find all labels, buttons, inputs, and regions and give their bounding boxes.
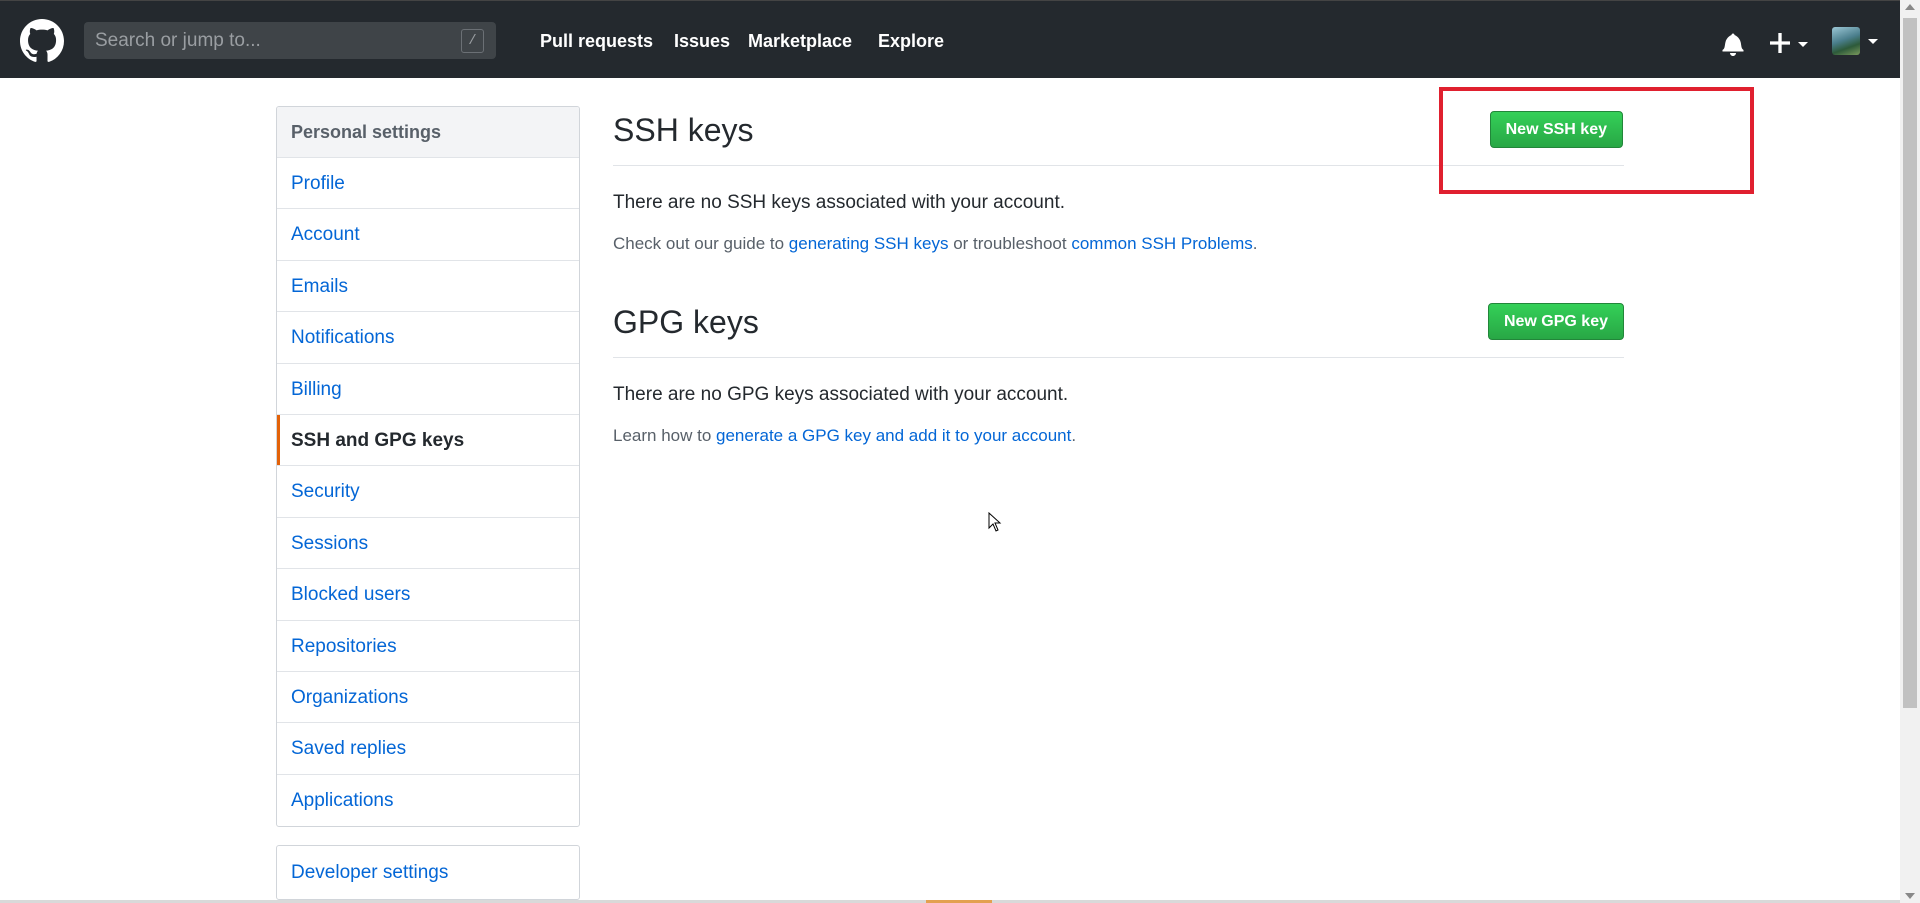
sidebar-item-security[interactable]: Security: [277, 466, 579, 518]
sidebar-item-sessions[interactable]: Sessions: [277, 518, 579, 570]
gpg-blank-message: There are no GPG keys associated with yo…: [613, 384, 1069, 405]
gpg-note-prefix: Learn how to: [613, 426, 717, 445]
gpg-keys-header: GPG keys New GPG key: [613, 298, 1624, 358]
sidebar-item-blocked-users[interactable]: Blocked users: [277, 569, 579, 621]
ssh-help-note: Check out our guide to generating SSH ke…: [613, 234, 1624, 254]
sidebar-item-account[interactable]: Account: [277, 209, 579, 261]
ssh-note-suffix: .: [1252, 234, 1258, 253]
sidebar-item-notifications[interactable]: Notifications: [277, 312, 579, 364]
nav-pull-requests[interactable]: Pull requests: [540, 31, 653, 52]
scrollbar-thumb[interactable]: [1903, 18, 1917, 708]
gpg-keys-section: GPG keys New GPG key There are no GPG ke…: [613, 298, 1624, 446]
chevron-down-icon: [1868, 39, 1878, 44]
generate-gpg-key-link[interactable]: generate a GPG key and add it to your ac…: [716, 426, 1071, 445]
gpg-keys-title: GPG keys: [613, 304, 759, 340]
nav-explore[interactable]: Explore: [878, 31, 944, 52]
plus-icon: [1770, 33, 1790, 53]
sidebar-item-profile[interactable]: Profile: [277, 158, 579, 210]
scroll-down-arrow-icon[interactable]: [1905, 893, 1915, 899]
ssh-note-prefix: Check out our guide to: [613, 234, 789, 253]
common-ssh-problems-link[interactable]: common SSH Problems: [1071, 234, 1252, 253]
gpg-note-suffix: .: [1071, 426, 1077, 445]
search-box[interactable]: /: [84, 22, 496, 59]
highlight-box-annotation: [1439, 87, 1754, 194]
ssh-note-middle: or troubleshoot: [948, 234, 1072, 253]
sidebar-item-organizations[interactable]: Organizations: [277, 672, 579, 724]
avatar: [1832, 27, 1860, 55]
bell-icon[interactable]: [1722, 32, 1744, 56]
nav-issues[interactable]: Issues: [674, 31, 730, 52]
generating-ssh-keys-link[interactable]: generating SSH keys: [789, 234, 949, 253]
sidebar-heading: Personal settings: [277, 107, 579, 158]
search-input[interactable]: [84, 22, 496, 59]
top-header: / Pull requests Issues Marketplace Explo…: [0, 0, 1900, 78]
sidebar-item-ssh-gpg-keys[interactable]: SSH and GPG keys: [277, 414, 579, 467]
gpg-help-note: Learn how to generate a GPG key and add …: [613, 426, 1624, 446]
create-new-dropdown[interactable]: [1770, 29, 1814, 57]
sidebar-item-applications[interactable]: Applications: [277, 775, 579, 826]
user-menu-dropdown[interactable]: [1832, 27, 1880, 57]
chevron-down-icon: [1798, 42, 1808, 47]
scroll-up-arrow-icon[interactable]: [1905, 4, 1915, 10]
settings-sidebar: Personal settings Profile Account Emails…: [276, 106, 580, 828]
search-shortcut-badge: /: [461, 29, 484, 53]
sidebar-item-billing[interactable]: Billing: [277, 364, 579, 415]
ssh-blank-message: There are no SSH keys associated with yo…: [613, 192, 1066, 213]
new-gpg-key-button[interactable]: New GPG key: [1487, 303, 1624, 340]
ssh-keys-title: SSH keys: [613, 112, 754, 148]
sidebar-item-repositories[interactable]: Repositories: [277, 621, 579, 672]
page-scrollbar[interactable]: [1900, 0, 1920, 903]
sidebar-item-emails[interactable]: Emails: [277, 261, 579, 313]
nav-marketplace[interactable]: Marketplace: [748, 31, 852, 52]
sidebar-item-saved-replies[interactable]: Saved replies: [277, 723, 579, 775]
mouse-cursor-icon: [988, 512, 1002, 532]
sidebar-item-developer-settings[interactable]: Developer settings: [276, 845, 580, 900]
github-logo-icon[interactable]: [20, 19, 64, 63]
